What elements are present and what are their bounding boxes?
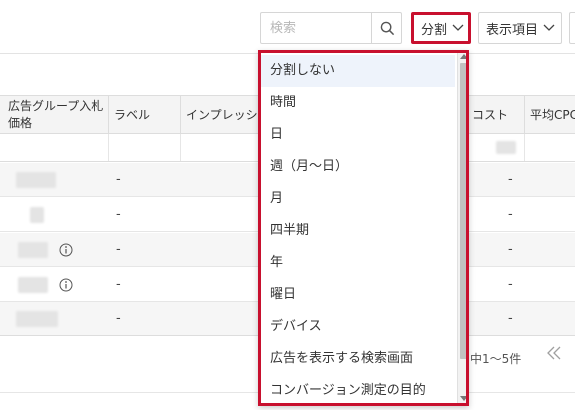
double-chevron-left-icon[interactable] bbox=[546, 346, 562, 360]
blurred-value bbox=[18, 242, 48, 258]
dropdown-item-day-of-week[interactable]: 曜日 bbox=[261, 279, 455, 311]
blurred-value bbox=[16, 172, 56, 188]
dropdown-item-conversion-goal[interactable]: コンバージョン測定の目的 bbox=[261, 375, 455, 403]
cell-label: - bbox=[116, 172, 121, 187]
blurred-value bbox=[16, 311, 58, 327]
chevron-down-icon bbox=[543, 24, 555, 31]
cell-label: - bbox=[116, 242, 121, 257]
cell-avg-cpc: - bbox=[508, 172, 513, 187]
cell-avg-cpc: - bbox=[508, 311, 513, 326]
dropdown-item-no-split[interactable]: 分割しない bbox=[261, 55, 455, 87]
dropdown-item-month[interactable]: 月 bbox=[261, 183, 455, 215]
scrollbar-thumb[interactable] bbox=[460, 63, 466, 359]
cell-label: - bbox=[116, 311, 121, 326]
column-divider bbox=[180, 134, 181, 161]
column-divider bbox=[108, 134, 109, 161]
dropdown-scrollbar[interactable] bbox=[457, 53, 466, 403]
toolbar-overflow-button[interactable] bbox=[569, 12, 575, 44]
search-input[interactable] bbox=[261, 13, 371, 43]
cell-avg-cpc: - bbox=[508, 242, 513, 257]
info-icon[interactable] bbox=[59, 243, 73, 257]
dropdown-item-week[interactable]: 週（月～日） bbox=[261, 151, 455, 183]
chevron-down-icon bbox=[452, 24, 464, 31]
blurred-value bbox=[496, 141, 516, 154]
dropdown-item-quarter[interactable]: 四半期 bbox=[261, 215, 455, 247]
search-icon bbox=[380, 21, 394, 35]
cell-label: - bbox=[116, 207, 121, 222]
header-label[interactable]: ラベル bbox=[108, 96, 180, 134]
dropdown-item-hour[interactable]: 時間 bbox=[261, 87, 455, 119]
dropdown-item-day[interactable]: 日 bbox=[261, 119, 455, 151]
blurred-value bbox=[18, 277, 48, 293]
header-avg-cpc[interactable]: 平均CPC bbox=[524, 96, 575, 134]
cell-avg-cpc: - bbox=[508, 277, 513, 292]
info-icon[interactable] bbox=[59, 278, 73, 292]
scroll-up-arrow-icon[interactable] bbox=[460, 54, 466, 59]
display-items-button[interactable]: 表示項目 bbox=[478, 12, 562, 44]
split-button[interactable]: 分割 bbox=[411, 12, 471, 44]
dropdown-item-year[interactable]: 年 bbox=[261, 247, 455, 279]
split-dropdown-menu: 分割しない 時間 日 週（月～日） 月 四半期 年 曜日 デバイス 広告を表示す… bbox=[258, 50, 469, 406]
cell-label: - bbox=[116, 277, 121, 292]
display-items-label: 表示項目 bbox=[486, 22, 539, 38]
blurred-value bbox=[30, 207, 44, 223]
scroll-down-arrow-icon[interactable] bbox=[460, 396, 466, 401]
dropdown-item-device[interactable]: デバイス bbox=[261, 311, 455, 343]
cell-avg-cpc: - bbox=[508, 207, 513, 222]
header-cost[interactable]: コスト bbox=[466, 96, 524, 134]
pagination-range: 中1～5件 bbox=[470, 352, 522, 366]
search-box bbox=[260, 12, 402, 44]
column-divider bbox=[524, 134, 525, 161]
dropdown-item-search-network[interactable]: 広告を表示する検索画面 bbox=[261, 343, 455, 375]
search-button[interactable] bbox=[371, 13, 402, 43]
split-button-label: 分割 bbox=[421, 22, 448, 38]
header-adgroup-bid[interactable]: 広告グループ入札価格 bbox=[3, 96, 108, 134]
